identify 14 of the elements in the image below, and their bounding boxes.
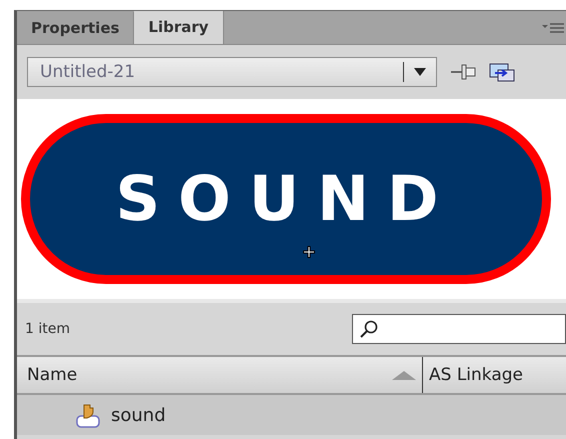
search-field[interactable] xyxy=(352,314,566,344)
item-count: 1 item xyxy=(25,321,70,337)
column-header[interactable]: Name xyxy=(27,365,78,385)
preview-label: SOUND xyxy=(115,168,457,230)
library-item[interactable]: sound xyxy=(17,395,566,435)
panel-menu-icon[interactable] xyxy=(542,22,564,34)
column-header[interactable]: AS Linkage xyxy=(429,365,524,385)
new-library-panel-icon[interactable] xyxy=(489,61,517,83)
button-symbol-icon xyxy=(75,402,101,428)
search-icon xyxy=(359,319,379,339)
panel-tab[interactable]: Library xyxy=(134,11,224,44)
crosshair-cursor-icon xyxy=(302,245,316,259)
dropdown-caret-icon xyxy=(414,68,426,76)
library-dropdown[interactable]: Untitled-21 xyxy=(27,57,437,87)
